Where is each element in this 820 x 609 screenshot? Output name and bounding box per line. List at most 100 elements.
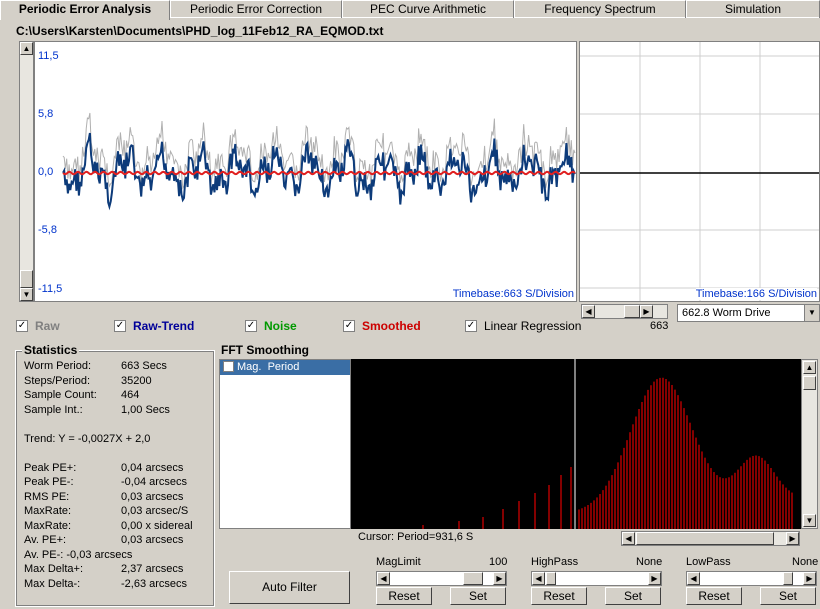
stat-value: -2,63 arcsecs	[121, 577, 188, 590]
lowpass-label: LowPass	[686, 556, 731, 568]
stat-label: MaxRate:	[24, 519, 72, 532]
y-tick-label: 11,5	[38, 50, 59, 62]
main-error-chart[interactable]: 11,5 5,8 0,0 -5,8 -11,5 Timebase:663 S/D…	[34, 41, 577, 302]
smoothed-label: Smoothed	[362, 319, 421, 333]
worm-drive-value: 662.8 Worm Drive	[682, 307, 771, 319]
main-timebase-label: Timebase:663 S/Division	[452, 288, 574, 300]
stat-value: 0,03 arcsecs	[121, 490, 184, 503]
stat-label: Max Delta+:	[24, 563, 83, 575]
fft-spectrum-plot	[422, 359, 793, 529]
chevron-down-icon[interactable]: ▼	[804, 305, 819, 321]
stat-label: Max Delta-:	[24, 577, 81, 590]
stat-label: Sample Int.:	[24, 403, 83, 416]
scroll-right-icon[interactable]: ▶	[648, 572, 661, 585]
file-path-title: C:\Users\Karsten\Documents\PHD_log_11Feb…	[16, 24, 384, 38]
smoothed-checkbox[interactable]: ✓	[343, 320, 355, 332]
noise-label: Noise	[264, 319, 297, 333]
scrollbar-thumb[interactable]	[636, 532, 774, 545]
smoothed-series-line	[62, 170, 576, 176]
main-chart-vertical-scrollbar[interactable]: ▲ ▼	[19, 41, 34, 302]
fft-spectrum-chart[interactable]	[351, 359, 801, 529]
stat-value: 0,03 arcsec/S	[121, 505, 189, 517]
scroll-left-icon[interactable]: ◀	[687, 572, 700, 585]
stat-label: Worm Period:	[24, 360, 92, 372]
scroll-right-icon[interactable]: ▶	[786, 532, 799, 545]
raw-label: Raw	[35, 319, 60, 333]
linear-regression-checkbox[interactable]: ✓	[465, 320, 477, 332]
worm-drive-select[interactable]: 662.8 Worm Drive ▼	[677, 304, 820, 322]
lowpass-reset-button[interactable]: Reset	[686, 587, 742, 605]
scroll-right-icon[interactable]: ▶	[640, 305, 653, 318]
side-chart-plot	[580, 42, 819, 301]
stat-label: Peak PE-:	[24, 476, 74, 488]
scroll-down-icon[interactable]: ▼	[803, 514, 816, 527]
scroll-left-icon[interactable]: ◀	[377, 572, 390, 585]
highpass-reset-button[interactable]: Reset	[531, 587, 587, 605]
stat-value: 0,04 arcsecs	[121, 461, 184, 474]
slider-thumb[interactable]	[463, 572, 483, 585]
maglimit-set-button[interactable]: Set	[450, 587, 506, 605]
scrollbar-thumb[interactable]	[20, 270, 33, 288]
list-header[interactable]: Mag. Period	[220, 360, 350, 375]
main-chart-plot	[62, 112, 576, 211]
statistics-title: Statistics	[22, 343, 80, 357]
highpass-slider[interactable]: ◀ ▶	[531, 571, 662, 586]
highpass-value: None	[636, 556, 663, 568]
tab-periodic-error-correction[interactable]: Periodic Error Correction	[170, 0, 342, 18]
stat-value: 2,37 arcsecs	[121, 563, 184, 575]
tab-frequency-spectrum[interactable]: Frequency Spectrum	[514, 0, 686, 18]
tab-bar: Periodic Error Analysis Periodic Error C…	[0, 0, 820, 20]
period-horizontal-scrollbar[interactable]: ◀ ▶	[581, 304, 668, 319]
y-tick-label: 5,8	[38, 108, 54, 120]
maglimit-reset-button[interactable]: Reset	[376, 587, 432, 605]
lowpass-set-button[interactable]: Set	[760, 587, 816, 605]
lowpass-value: None	[792, 556, 819, 568]
y-tick-label: -5,8	[38, 224, 57, 236]
stat-label: RMS PE:	[24, 490, 70, 503]
scrollbar-thumb[interactable]	[624, 305, 640, 318]
lowpass-slider[interactable]: ◀ ▶	[686, 571, 817, 586]
stat-label: Trend: Y = -0,0027X + 2,0	[24, 432, 151, 445]
auto-filter-button[interactable]: Auto Filter	[229, 571, 350, 604]
stat-value: -0,04 arcsecs	[121, 476, 188, 488]
raw-checkbox[interactable]: ✓	[16, 320, 28, 332]
tab-periodic-error-analysis[interactable]: Periodic Error Analysis	[0, 0, 170, 20]
highpass-set-button[interactable]: Set	[605, 587, 661, 605]
slider-thumb[interactable]	[783, 572, 793, 585]
slider-thumb[interactable]	[546, 572, 556, 585]
y-tick-label: -11,5	[38, 283, 63, 295]
y-tick-label: 0,0	[38, 166, 54, 178]
stat-label: MaxRate:	[24, 505, 72, 517]
noise-checkbox[interactable]: ✓	[245, 320, 257, 332]
stat-label: Sample Count:	[24, 389, 97, 401]
fft-vertical-scrollbar[interactable]: ▲ ▼	[801, 359, 818, 529]
stat-label: Peak PE+:	[24, 461, 77, 474]
stat-label: Av. PE-: -0,03 arcsecs	[24, 548, 133, 561]
stat-label: Steps/Period:	[24, 374, 91, 387]
worm-period-chart[interactable]: Timebase:166 S/Division	[579, 41, 820, 302]
scroll-down-icon[interactable]: ▼	[20, 288, 33, 301]
scrollbar-thumb[interactable]	[803, 376, 816, 390]
maglimit-label: MagLimit	[376, 556, 421, 568]
fft-peak-list[interactable]: Mag. Period	[219, 359, 351, 529]
scroll-up-icon[interactable]: ▲	[20, 42, 33, 55]
raw-trend-checkbox[interactable]: ✓	[114, 320, 126, 332]
fft-horizontal-scrollbar[interactable]: ◀ ▶	[621, 531, 800, 546]
tab-pec-curve-arithmetic[interactable]: PEC Curve Arithmetic	[342, 0, 514, 18]
fft-cursor-readout: Cursor: Period=931,6 S	[358, 531, 474, 543]
maglimit-slider[interactable]: ◀ ▶	[376, 571, 507, 586]
fft-smoothing-title: FFT Smoothing	[219, 343, 311, 357]
linear-regression-label: Linear Regression	[484, 319, 582, 333]
scroll-up-icon[interactable]: ▲	[803, 361, 816, 374]
list-header-label: Mag. Period	[237, 361, 300, 373]
scroll-left-icon[interactable]: ◀	[532, 572, 545, 585]
scroll-left-icon[interactable]: ◀	[582, 305, 595, 318]
tab-simulation[interactable]: Simulation	[686, 0, 820, 18]
stat-label: Av. PE+:	[24, 534, 67, 546]
stat-value: 464	[121, 389, 140, 401]
scroll-right-icon[interactable]: ▶	[493, 572, 506, 585]
scroll-right-icon[interactable]: ▶	[803, 572, 816, 585]
stat-value: 35200	[121, 374, 152, 387]
list-header-checkbox[interactable]	[223, 361, 234, 372]
scroll-left-icon[interactable]: ◀	[622, 532, 635, 545]
